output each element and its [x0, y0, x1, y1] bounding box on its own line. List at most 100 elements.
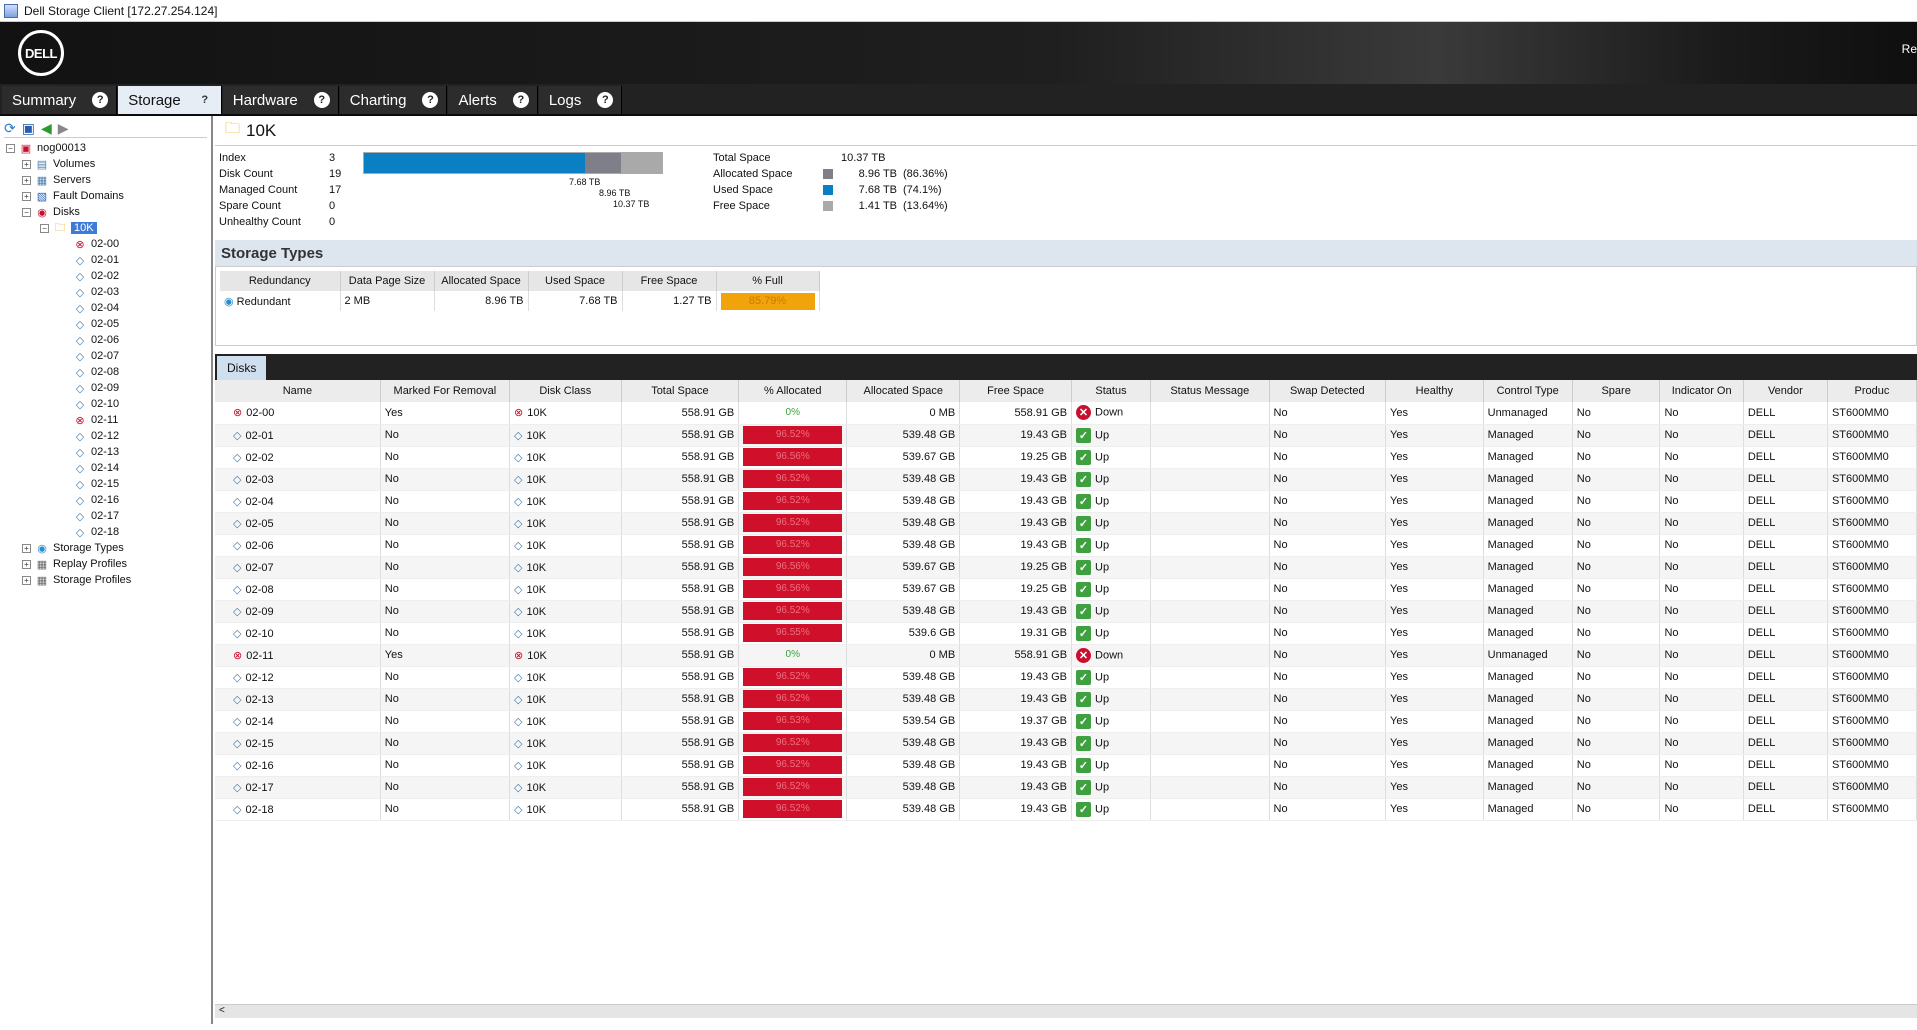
expand-icon[interactable]: + [22, 575, 31, 585]
forward-icon[interactable]: ▶ [58, 121, 69, 135]
column-header[interactable]: Allocated Space [846, 380, 961, 402]
column-header[interactable]: Name [215, 380, 381, 402]
disk-row[interactable]: ◇ 02-03 No ◇ 10K 558.91 GB 96.52% 539.48 GB 19.4… [215, 468, 1917, 491]
disk-row[interactable]: ◇ 02-06 No ◇ 10K 558.91 GB 96.52% 539.48 GB 19.4… [215, 534, 1917, 557]
expand-icon[interactable]: + [22, 559, 31, 569]
collapse-icon[interactable]: − [6, 143, 15, 153]
column-header[interactable]: Vendor [1743, 380, 1828, 402]
tab-alerts[interactable]: Alerts? [448, 86, 538, 114]
tree-item-storage-types[interactable]: + ◉ Storage Types [4, 540, 207, 556]
disk-row[interactable]: ◇ 02-01 No ◇ 10K 558.91 GB 96.52% 539.48 GB 19.4… [215, 424, 1917, 447]
st-header[interactable]: Redundancy [220, 271, 341, 291]
disk-row[interactable]: ◇ 02-08 No ◇ 10K 558.91 GB 96.56% 539.67 GB 19.2… [215, 578, 1917, 601]
expand-icon[interactable]: + [22, 159, 31, 169]
scroll-left-icon[interactable]: < [219, 1005, 225, 1016]
tree-item-disk[interactable]: ◇ 02-17 [4, 508, 207, 524]
tree-item-disk[interactable]: ◇ 02-09 [4, 380, 207, 396]
tree-item-replay-profiles[interactable]: + ▦ Replay Profiles [4, 556, 207, 572]
back-icon[interactable]: ◀ [41, 121, 52, 135]
disk-row[interactable]: ◇ 02-13 No ◇ 10K 558.91 GB 96.52% 539.48 GB 19.4… [215, 688, 1917, 711]
expand-icon[interactable]: + [22, 191, 31, 201]
tab-charting[interactable]: Charting? [339, 86, 448, 114]
tree-item-disk[interactable]: ◇ 02-05 [4, 316, 207, 332]
st-header[interactable]: Data Page Size [340, 271, 435, 291]
column-header[interactable]: Indicator On [1659, 380, 1744, 402]
tab-hardware[interactable]: Hardware? [222, 86, 339, 114]
tree-item-disk[interactable]: ◇ 02-03 [4, 284, 207, 300]
help-icon[interactable]: ? [92, 92, 109, 108]
tree-item-disk[interactable]: ⊗ 02-00 [4, 236, 207, 252]
disk-row[interactable]: ◇ 02-07 No ◇ 10K 558.91 GB 96.56% 539.67 GB 19.2… [215, 556, 1917, 579]
st-header[interactable]: Used Space [528, 271, 623, 291]
st-header[interactable]: Free Space [622, 271, 717, 291]
disk-row[interactable]: ⊗ 02-00 Yes ⊗ 10K 558.91 GB 0% 0 MB 558.91 GB ✕ Do… [215, 402, 1917, 425]
tree-item-disk[interactable]: ◇ 02-08 [4, 364, 207, 380]
tree-item-disk[interactable]: ⊗ 02-11 [4, 412, 207, 428]
tree-item-storage-profiles[interactable]: + ▦ Storage Profiles [4, 572, 207, 588]
column-header[interactable]: Spare [1572, 380, 1661, 402]
banner-right-text[interactable]: Re [1902, 42, 1917, 56]
collapse-icon[interactable]: − [22, 207, 31, 217]
tab-disks[interactable]: Disks [217, 356, 267, 380]
tree-item-disk[interactable]: ◇ 02-14 [4, 460, 207, 476]
tree-item-disks[interactable]: − ◉ Disks [4, 204, 207, 220]
tree-item-disk[interactable]: ◇ 02-18 [4, 524, 207, 540]
save-icon[interactable]: ▣ [22, 121, 35, 135]
tree-item-disk[interactable]: ◇ 02-15 [4, 476, 207, 492]
column-header[interactable]: Total Space [621, 380, 740, 402]
column-header[interactable]: % Allocated [738, 380, 848, 402]
tree-item-disk[interactable]: ◇ 02-06 [4, 332, 207, 348]
horizontal-scrollbar[interactable]: < [215, 1004, 1917, 1018]
disk-row[interactable]: ◇ 02-18 No ◇ 10K 558.91 GB 96.52% 539.48 GB 19.4… [215, 798, 1917, 821]
tree-item-servers[interactable]: + ▦ Servers [4, 172, 207, 188]
column-header[interactable]: Disk Class [509, 380, 622, 402]
tree-item-disk[interactable]: ◇ 02-13 [4, 444, 207, 460]
tree-item-fault-domains[interactable]: + ▧ Fault Domains [4, 188, 207, 204]
tree-item-disk[interactable]: ◇ 02-10 [4, 396, 207, 412]
tree-item-disk[interactable]: ◇ 02-16 [4, 492, 207, 508]
st-header[interactable]: % Full [716, 271, 820, 291]
expand-icon[interactable]: + [22, 543, 31, 553]
disk-row[interactable]: ◇ 02-12 No ◇ 10K 558.91 GB 96.52% 539.48 GB 19.4… [215, 666, 1917, 689]
help-icon[interactable]: ? [197, 92, 213, 108]
tree-item-disk[interactable]: ◇ 02-07 [4, 348, 207, 364]
disk-row[interactable]: ◇ 02-02 No ◇ 10K 558.91 GB 96.56% 539.67 GB 19.2… [215, 446, 1917, 469]
disk-row[interactable]: ◇ 02-10 No ◇ 10K 558.91 GB 96.55% 539.6 GB 19.31… [215, 622, 1917, 645]
tree-item-disk[interactable]: ◇ 02-04 [4, 300, 207, 316]
tab-summary[interactable]: Summary? [2, 86, 118, 114]
help-icon[interactable]: ? [313, 92, 330, 108]
column-header[interactable]: Marked For Removal [380, 380, 510, 402]
disk-row[interactable]: ⊗ 02-11 Yes ⊗ 10K 558.91 GB 0% 0 MB 558.91 GB ✕ Do… [215, 644, 1917, 667]
disk-row[interactable]: ◇ 02-14 No ◇ 10K 558.91 GB 96.53% 539.54 GB 19.3… [215, 710, 1917, 733]
disk-row[interactable]: ◇ 02-04 No ◇ 10K 558.91 GB 96.52% 539.48 GB 19.4… [215, 490, 1917, 513]
disk-row[interactable]: ◇ 02-16 No ◇ 10K 558.91 GB 96.52% 539.48 GB 19.4… [215, 754, 1917, 777]
expand-icon[interactable]: + [22, 175, 31, 185]
refresh-icon[interactable]: ⟳ [4, 121, 16, 135]
column-header[interactable]: Produc [1827, 380, 1917, 402]
column-header[interactable]: Swap Detected [1269, 380, 1387, 402]
st-header[interactable]: Allocated Space [434, 271, 529, 291]
collapse-icon[interactable]: − [40, 223, 49, 233]
help-icon[interactable]: ? [512, 92, 529, 108]
tree-item-disk[interactable]: ◇ 02-12 [4, 428, 207, 444]
tree-item-disk[interactable]: ◇ 02-02 [4, 268, 207, 284]
disk-row[interactable]: ◇ 02-17 No ◇ 10K 558.91 GB 96.52% 539.48 GB 19.4… [215, 776, 1917, 799]
help-icon[interactable]: ? [422, 92, 439, 108]
column-header[interactable]: Status Message [1150, 380, 1270, 402]
free-space: 19.25 GB [1020, 583, 1068, 595]
tree-item-volumes[interactable]: + ▤ Volumes [4, 156, 207, 172]
tree-item-disk[interactable]: ◇ 02-01 [4, 252, 207, 268]
help-icon[interactable]: ? [597, 92, 614, 108]
tree-item-root[interactable]: − ▣ nog00013 [4, 140, 207, 156]
disk-row[interactable]: ◇ 02-15 No ◇ 10K 558.91 GB 96.52% 539.48 GB 19.4… [215, 732, 1917, 755]
column-header[interactable]: Status [1071, 380, 1151, 402]
column-header[interactable]: Control Type [1483, 380, 1573, 402]
disk-row[interactable]: ◇ 02-05 No ◇ 10K 558.91 GB 96.52% 539.48 GB 19.4… [215, 512, 1917, 535]
storage-type-row[interactable]: ◉ Redundant 2 MB 8.96 TB 7.68 TB 1.27 TB… [220, 291, 820, 311]
tab-storage[interactable]: Storage? [118, 86, 222, 114]
tab-logs[interactable]: Logs? [538, 86, 623, 114]
disk-row[interactable]: ◇ 02-09 No ◇ 10K 558.91 GB 96.52% 539.48 GB 19.4… [215, 600, 1917, 623]
tree-item-10k[interactable]: − 🗀 10K [4, 220, 207, 236]
column-header[interactable]: Healthy [1385, 380, 1484, 402]
column-header[interactable]: Free Space [959, 380, 1073, 402]
